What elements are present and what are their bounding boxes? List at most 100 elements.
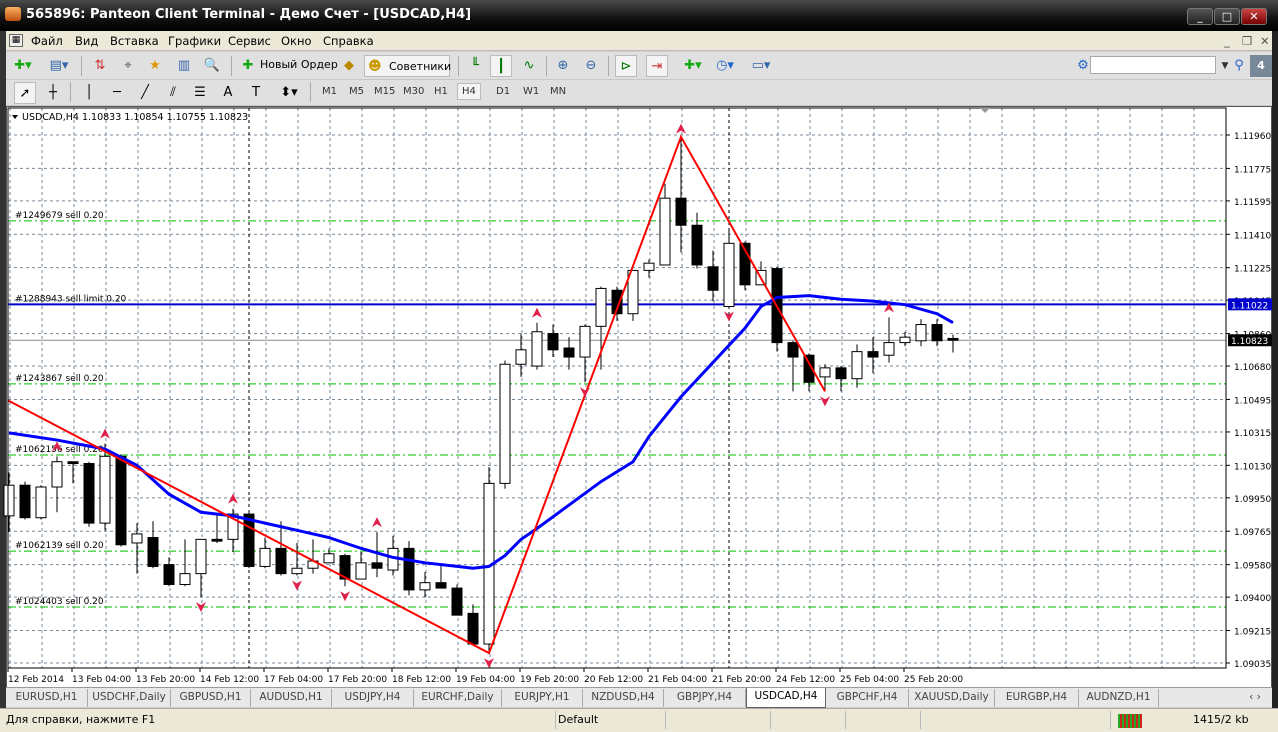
menu-window[interactable]: Окно	[281, 34, 312, 48]
chart-window-icon[interactable]: ▦	[9, 34, 23, 47]
chart-tab[interactable]: EURCHF,Daily	[414, 689, 502, 707]
timeframe-h4[interactable]: H4	[457, 83, 481, 100]
fractal-down-arrow-icon	[484, 658, 494, 669]
bull-candle	[355, 562, 367, 580]
search-input[interactable]	[1090, 56, 1216, 74]
market-watch-icon[interactable]: ⇅	[89, 55, 111, 77]
bull-candle	[99, 455, 111, 524]
chart-tab[interactable]: EURJPY,H1	[502, 689, 583, 707]
equidistant-channel-icon[interactable]: ⫽	[162, 82, 184, 104]
timeframe-m1[interactable]: M1	[322, 86, 337, 97]
tab-scroll-arrows[interactable]: ‹ ›	[1238, 689, 1272, 707]
chart-tab[interactable]: AUDNZD,H1	[1079, 689, 1159, 707]
timeframe-h1[interactable]: H1	[434, 86, 448, 97]
zoom-in-icon[interactable]: ⊕	[552, 55, 574, 77]
fractal-down-arrow-icon	[340, 591, 350, 602]
timeframe-mn[interactable]: MN	[550, 86, 566, 97]
experts-icon[interactable]: ☻ Советники	[364, 55, 451, 78]
search-icon[interactable]: ⚲	[1228, 55, 1250, 77]
menu-tools[interactable]: Сервис	[228, 34, 271, 48]
chart-frame	[7, 107, 1227, 669]
chart-tab[interactable]: NZDUSD,H4	[583, 689, 664, 707]
fibonacci-icon[interactable]: ☰	[189, 82, 211, 104]
chart-tabs: EURUSD,H1 USDCHF,Daily GBPUSD,H1 AUDUSD,H1 U…	[6, 687, 1272, 708]
line-chart-icon[interactable]: ∿	[518, 55, 540, 77]
price-tick-label: 1.09765	[1234, 528, 1271, 538]
time-tick-label: 19 Feb 04:00	[456, 675, 515, 685]
menu-help[interactable]: Справка	[323, 34, 374, 48]
chart-tab[interactable]: AUDUSD,H1	[251, 689, 332, 707]
chart-tab[interactable]: XAUUSD,Daily	[909, 689, 995, 707]
trendline-icon[interactable]: ╱	[134, 82, 156, 104]
chart-shift-icon[interactable]: ⇥	[646, 55, 668, 77]
crosshair-icon[interactable]: ⌖	[117, 55, 139, 77]
crosshair-tool-icon[interactable]: ┼	[42, 82, 64, 104]
menu-insert[interactable]: Вставка	[110, 34, 159, 48]
menu-charts[interactable]: Графики	[168, 34, 221, 48]
timeframe-m15[interactable]: M15	[374, 86, 395, 97]
metaeditor-icon[interactable]: ◆	[338, 55, 360, 77]
bull-candle	[723, 242, 735, 307]
notifications-badge[interactable]: 4	[1250, 55, 1272, 77]
window-title: 565896: Panteon Client Terminal - Демо С…	[26, 7, 472, 22]
horizontal-line-icon[interactable]: ─	[106, 82, 128, 104]
new-order-button[interactable]: Новый Ордер	[260, 58, 338, 71]
experts-button[interactable]: Советники	[389, 56, 451, 78]
minimize-button[interactable]: _	[1187, 8, 1213, 25]
timeframe-m30[interactable]: M30	[403, 86, 424, 97]
menu-file[interactable]: Файл	[31, 34, 63, 48]
current-price-label: 1.10823	[1231, 337, 1268, 347]
indicators-icon[interactable]: ✚▾	[682, 55, 704, 77]
menu-view[interactable]: Вид	[75, 34, 98, 48]
zoom-out-icon[interactable]: ⊖	[580, 55, 602, 77]
autoscroll-icon[interactable]: ⊳	[615, 55, 637, 77]
mdi-close-button[interactable]: ✕	[1260, 34, 1270, 48]
new-chart-icon[interactable]: ✚▾	[12, 55, 34, 77]
order-label: #1249679 sell 0.20	[15, 211, 104, 221]
terminal-icon[interactable]: ▥	[173, 55, 195, 77]
chart-tab[interactable]: USDCAD,H4	[746, 688, 826, 708]
moving-average-line	[8, 294, 954, 570]
status-profile: Default	[558, 713, 599, 726]
text-label-icon[interactable]: T	[245, 82, 267, 104]
bull-candle	[883, 342, 895, 356]
chart-tab[interactable]: EURUSD,H1	[6, 689, 88, 707]
bar-chart-icon[interactable]: ╙	[464, 55, 486, 77]
chart-tab[interactable]: USDJPY,H4	[332, 689, 414, 707]
arrows-icon[interactable]: ⬍▾	[278, 82, 300, 104]
chart-tab[interactable]: GBPJPY,H4	[664, 689, 746, 707]
vertical-line-icon[interactable]: │	[78, 82, 100, 104]
title-bar: 565896: Panteon Client Terminal - Демо С…	[0, 0, 1278, 31]
standard-toolbar: ✚▾ ▤▾ ⇅ ⌖ ★ ▥ 🔍 ✚ Новый Ордер ◆ ☻ Советни…	[6, 52, 1272, 80]
bull-candle	[499, 363, 511, 484]
bull-candle	[419, 582, 431, 591]
chart-tab[interactable]: USDCHF,Daily	[88, 689, 171, 707]
time-tick-label: 25 Feb 20:00	[904, 675, 963, 685]
mdi-restore-button[interactable]: ❐	[1242, 34, 1252, 48]
close-button[interactable]: ✕	[1241, 8, 1267, 25]
timeframe-d1[interactable]: D1	[496, 86, 510, 97]
timeframe-m5[interactable]: M5	[349, 86, 364, 97]
maximize-button[interactable]: □	[1214, 8, 1240, 25]
navigator-icon[interactable]: ★	[144, 55, 166, 77]
price-tick-label: 1.09580	[1234, 562, 1271, 572]
chart-tab[interactable]: GBPUSD,H1	[171, 689, 251, 707]
strategy-tester-icon[interactable]: 🔍	[201, 55, 223, 77]
cursor-icon[interactable]: ➚	[14, 82, 36, 104]
mdi-minimize-button[interactable]: _	[1224, 34, 1230, 48]
time-tick-label: 20 Feb 12:00	[584, 675, 643, 685]
periods-clock-icon[interactable]: ◷▾	[714, 55, 736, 77]
bear-candle	[691, 224, 703, 266]
price-chart[interactable]: #1249679 sell 0.20 #1288943 sell limit 0.…	[0, 106, 1272, 688]
candlestick-chart-icon[interactable]: ┃	[490, 55, 512, 77]
bear-candle	[707, 266, 719, 291]
text-icon[interactable]: A	[217, 82, 239, 104]
templates-icon[interactable]: ▭▾	[750, 55, 772, 77]
profiles-icon[interactable]: ▤▾	[48, 55, 70, 77]
bear-candle	[371, 562, 383, 569]
new-order-icon[interactable]: ✚	[237, 55, 259, 77]
window-border	[1272, 31, 1278, 732]
chart-tab[interactable]: GBPCHF,H4	[826, 689, 909, 707]
timeframe-w1[interactable]: W1	[523, 86, 539, 97]
chart-tab[interactable]: EURGBP,H4	[995, 689, 1079, 707]
